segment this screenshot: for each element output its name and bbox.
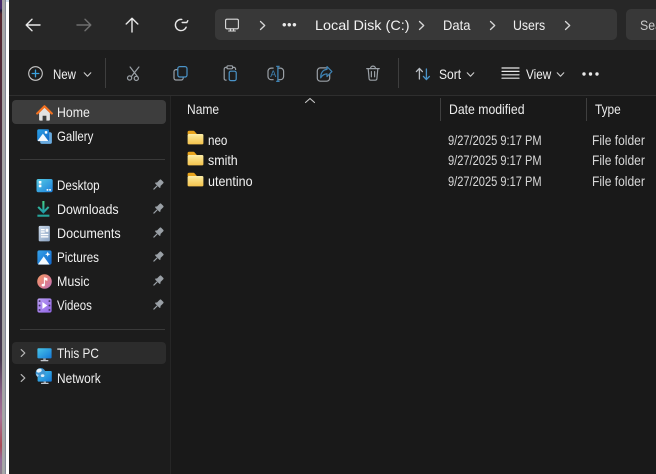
svg-text:A: A bbox=[270, 69, 276, 79]
